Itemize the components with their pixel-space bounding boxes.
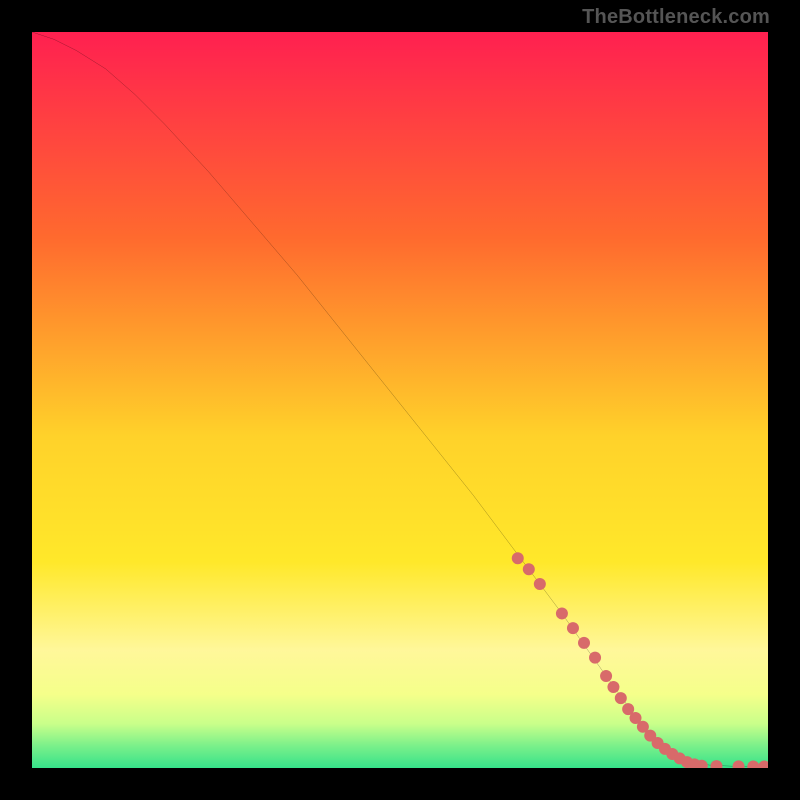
highlight-point bbox=[589, 652, 601, 664]
highlight-point bbox=[615, 692, 627, 704]
highlight-point bbox=[578, 637, 590, 649]
bottleneck-chart bbox=[32, 32, 768, 768]
watermark-text: TheBottleneck.com bbox=[582, 6, 770, 29]
highlight-point bbox=[567, 622, 579, 634]
gradient-background bbox=[32, 32, 768, 768]
highlight-point bbox=[512, 552, 524, 564]
highlight-point bbox=[600, 670, 612, 682]
highlight-point bbox=[607, 681, 619, 693]
highlight-point bbox=[523, 563, 535, 575]
highlight-point bbox=[534, 578, 546, 590]
highlight-point bbox=[556, 607, 568, 619]
chart-stage: TheBottleneck.com bbox=[0, 0, 800, 800]
